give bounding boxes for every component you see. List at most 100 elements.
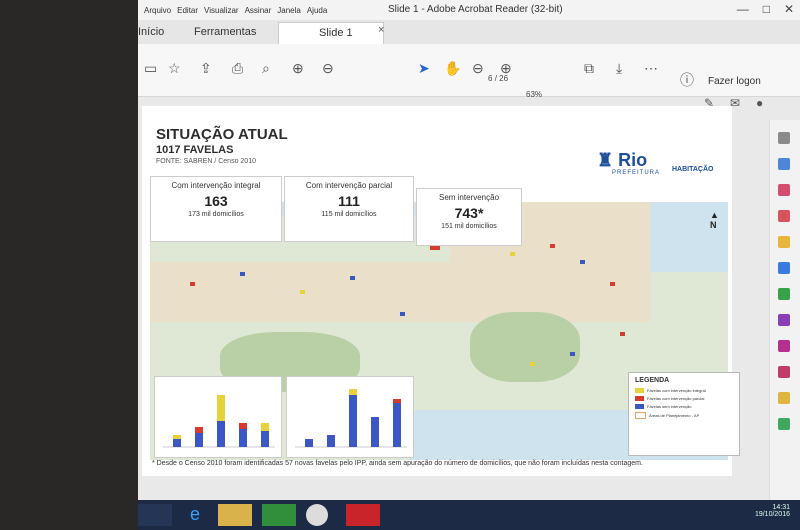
- store-icon[interactable]: [262, 504, 296, 526]
- page-number-box[interactable]: 6 / 26: [488, 74, 508, 83]
- bar: [261, 431, 269, 447]
- bar: [393, 403, 401, 447]
- page-up-icon[interactable]: ⊕: [292, 60, 304, 77]
- edit-pdf-icon[interactable]: [778, 210, 790, 222]
- star-icon[interactable]: ☆: [168, 60, 181, 77]
- tab-slide-1[interactable]: Slide 1: [278, 22, 384, 44]
- save-icon[interactable]: ▭: [144, 60, 157, 77]
- legend-title: LEGENDA: [635, 377, 670, 384]
- legend-swatch: [635, 412, 646, 419]
- print-icon[interactable]: ⎙: [232, 60, 243, 77]
- menu-janela[interactable]: Janela: [277, 6, 301, 15]
- favela-mark: [190, 282, 195, 286]
- bar: [173, 439, 181, 447]
- tab-bar: Início Ferramentas Slide 1 ×: [138, 20, 800, 44]
- comment-icon[interactable]: [778, 236, 790, 248]
- bar: [239, 423, 247, 429]
- organize-pages-icon[interactable]: [778, 288, 790, 300]
- page-down-icon[interactable]: ⊖: [322, 60, 334, 77]
- close-tab-button[interactable]: ×: [378, 24, 384, 36]
- north-label: N: [710, 220, 717, 230]
- favela-mark: [300, 290, 305, 294]
- menu-visualizar[interactable]: Visualizar: [204, 6, 239, 15]
- brand-unit: HABITAÇÃO: [672, 166, 714, 173]
- maximize-button[interactable]: □: [763, 2, 770, 16]
- legend-swatch: [635, 396, 644, 401]
- window-controls: — □ ✕: [737, 2, 794, 16]
- bar: [217, 395, 225, 421]
- favela-mark: [350, 276, 355, 280]
- file-explorer-icon[interactable]: [218, 504, 252, 526]
- zoom-level-select[interactable]: 63%: [526, 90, 542, 99]
- system-clock[interactable]: 14:31 19/10/2016: [755, 504, 790, 518]
- slide-subtitle: 1017 FAVELAS: [156, 144, 234, 156]
- send-sign-icon[interactable]: [778, 366, 790, 378]
- more-icon[interactable]: ⋯: [644, 60, 658, 77]
- rio-logo: ♜ Rio: [597, 150, 648, 170]
- tab-ferramentas[interactable]: Ferramentas: [194, 26, 256, 38]
- account-icon[interactable]: ●: [756, 96, 763, 110]
- favela-mark: [620, 332, 625, 336]
- more-tools-icon[interactable]: [778, 418, 790, 430]
- bar: [173, 435, 181, 439]
- bar: [349, 389, 357, 395]
- clock-time: 14:31: [772, 504, 790, 511]
- menu-arquivo[interactable]: Arquivo: [144, 6, 171, 15]
- acrobat-reader-icon[interactable]: [346, 504, 380, 526]
- redact-icon[interactable]: [778, 314, 790, 326]
- legend-label: Áreas de Planejamento - AP: [649, 413, 700, 418]
- chart-domicilios-svg: [163, 395, 275, 448]
- hand-tool-icon[interactable]: ✋: [444, 60, 461, 77]
- bar: [305, 439, 313, 447]
- menu-assinar[interactable]: Assinar: [245, 6, 272, 15]
- export-pdf-icon[interactable]: [778, 158, 790, 170]
- clock-date: 19/10/2016: [754, 511, 790, 518]
- page-total: / 26: [494, 74, 509, 83]
- zoom-out-icon[interactable]: ⊖: [472, 60, 484, 77]
- download-icon[interactable]: ⤓: [616, 60, 622, 77]
- combine-files-icon[interactable]: [778, 262, 790, 274]
- select-cursor-icon[interactable]: ➤: [418, 60, 430, 77]
- upload-icon[interactable]: ⇪: [200, 60, 212, 77]
- stat-header: Sem intervenção: [438, 193, 500, 202]
- favela-mark: [400, 312, 405, 316]
- search-icon[interactable]: ⌕: [262, 60, 270, 77]
- page-current[interactable]: 6: [488, 74, 492, 83]
- create-pdf-icon[interactable]: [778, 184, 790, 196]
- login-link[interactable]: Fazer logon: [708, 76, 761, 87]
- chart-domicilios: [154, 376, 282, 458]
- help-icon[interactable]: ⓘ: [680, 70, 694, 90]
- favela-mark: [530, 362, 535, 366]
- menu-ajuda[interactable]: Ajuda: [307, 6, 327, 15]
- slide-title: SITUAÇÃO ATUAL: [156, 126, 288, 143]
- stat-header: Com intervenção integral: [171, 181, 261, 190]
- internet-explorer-icon[interactable]: e: [178, 504, 212, 526]
- minimize-button[interactable]: —: [737, 2, 749, 16]
- favela-mark: [580, 260, 585, 264]
- legend-swatch: [635, 404, 644, 409]
- stat-intervencao-integral: Com intervenção integral 163 173 mil dom…: [150, 176, 282, 242]
- bar: [349, 395, 357, 447]
- zoom-tool-icon[interactable]: [778, 132, 790, 144]
- bar: [239, 429, 247, 447]
- tab-inicio[interactable]: Início: [138, 26, 164, 38]
- close-window-button[interactable]: ✕: [784, 2, 794, 16]
- bar: [371, 417, 379, 447]
- start-button[interactable]: [138, 504, 172, 526]
- stat-detail: 115 mil domicílios: [321, 211, 377, 218]
- stat-intervencao-parcial: Com intervenção parcial 111 115 mil domi…: [284, 176, 414, 242]
- slide-page: SITUAÇÃO ATUAL 1017 FAVELAS FONTE: SABRE…: [142, 106, 740, 476]
- legend-item: Áreas de Planejamento - AP: [635, 412, 733, 419]
- favela-mark: [510, 252, 515, 256]
- chrome-icon[interactable]: [306, 504, 328, 526]
- brand-sub: PREFEITURA: [612, 170, 661, 176]
- legend-label: Favelas com intervenção integral: [647, 388, 706, 393]
- main-toolbar: ▭ ☆ ⇪ ⎙ ⌕ ⊕ ⊖ ➤ ✋ ⊖ ⊕ ⧉ ⤓ ⋯ ⓘ ✎ ✉ ●: [138, 44, 800, 110]
- legend-item: Favelas com intervenção integral: [635, 388, 733, 393]
- protect-icon[interactable]: [778, 392, 790, 404]
- page-layout-icon[interactable]: ⧉: [584, 60, 594, 77]
- fill-sign-icon[interactable]: [778, 340, 790, 352]
- legend-item: Favelas com intervenção parcial: [635, 396, 733, 401]
- menu-editar[interactable]: Editar: [177, 6, 198, 15]
- bar: [195, 433, 203, 447]
